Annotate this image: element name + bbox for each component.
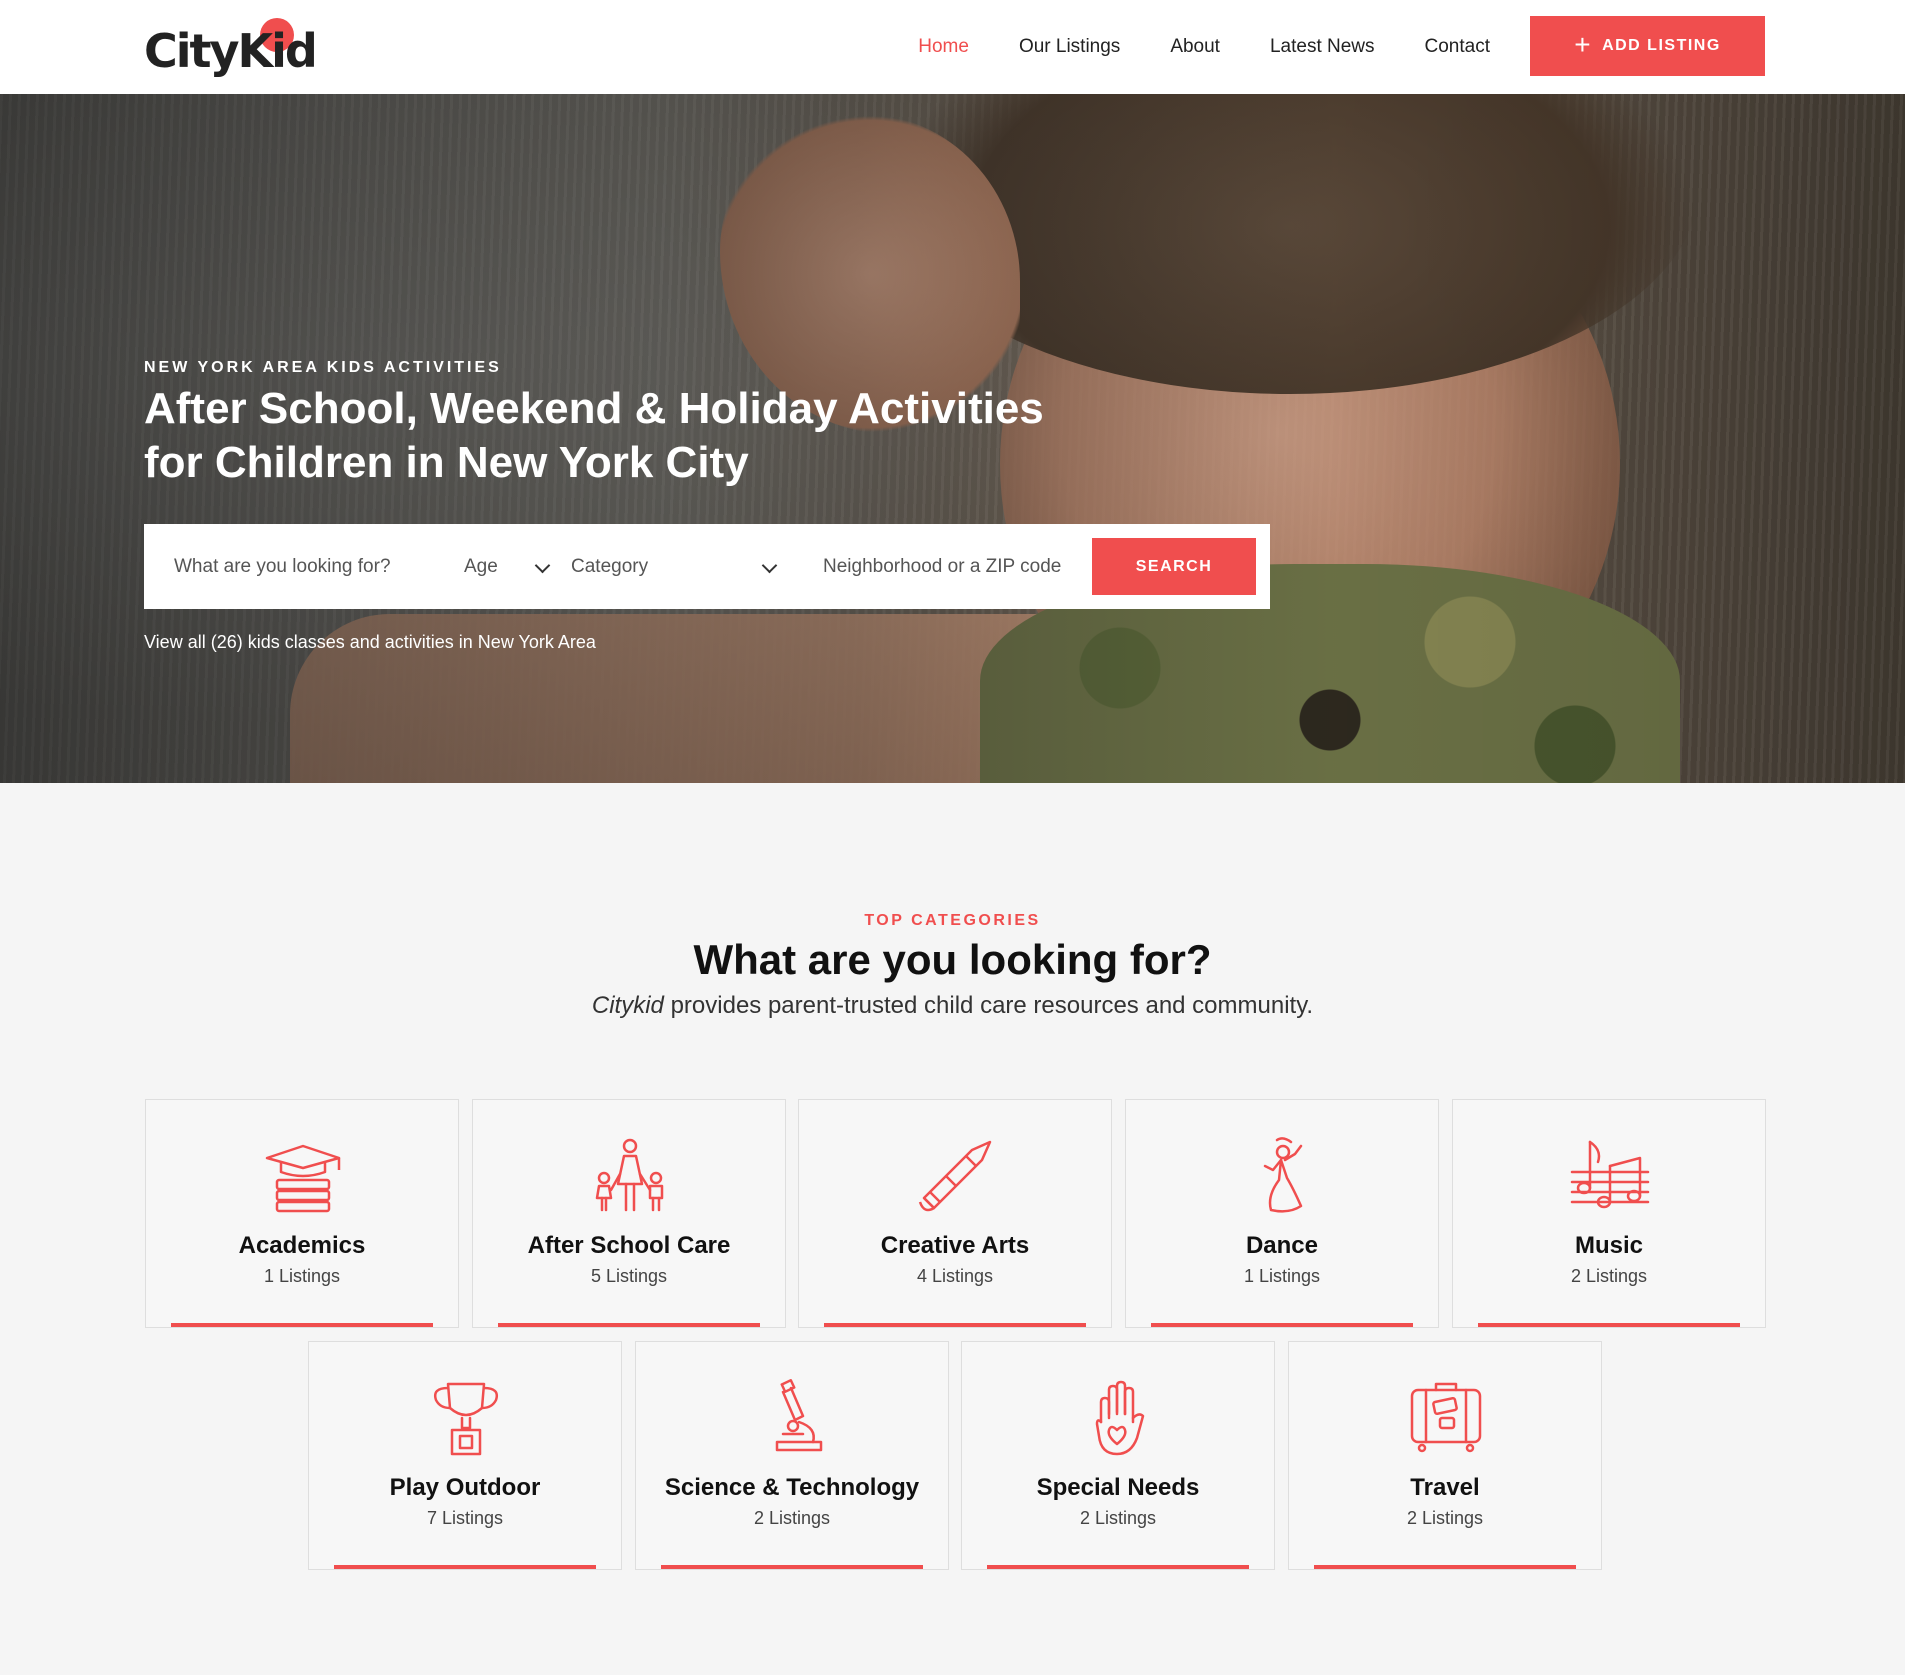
category-select-label: Category — [571, 555, 649, 577]
music-notes-icon — [1570, 1136, 1650, 1216]
subtitle-brand: Citykid — [591, 992, 664, 1019]
trophy-icon — [426, 1378, 506, 1458]
category-name: Dance — [1245, 1232, 1319, 1259]
dancer-icon — [1243, 1136, 1323, 1216]
category-accent-bar — [987, 1565, 1249, 1569]
category-count: 7 Listings — [426, 1508, 504, 1528]
category-accent-bar — [171, 1323, 433, 1327]
search-bar: What are you looking for? Age Category N… — [144, 524, 1270, 609]
pencil-icon — [916, 1136, 996, 1216]
nav-home[interactable]: Home — [918, 36, 969, 58]
suitcase-icon — [1406, 1378, 1486, 1458]
category-count: 1 Listings — [263, 1266, 341, 1286]
nav-latest-news[interactable]: Latest News — [1270, 36, 1375, 58]
category-card-special-needs[interactable]: Special Needs 2 Listings — [961, 1341, 1275, 1570]
main-nav: Home Our Listings About Latest News Cont… — [918, 0, 1490, 94]
category-card-after-school-care[interactable]: After School Care 5 Listings — [472, 1099, 786, 1328]
category-name: Music — [1574, 1232, 1643, 1259]
hand-heart-icon — [1079, 1378, 1159, 1458]
family-icon — [590, 1136, 670, 1216]
category-count: 4 Listings — [916, 1266, 994, 1286]
logo-text: CityKid — [144, 24, 318, 78]
category-count: 2 Listings — [753, 1508, 831, 1528]
location-input[interactable]: Neighborhood or a ZIP code — [793, 524, 1083, 609]
nav-about[interactable]: About — [1170, 36, 1220, 58]
category-card-dance[interactable]: Dance 1 Listings — [1125, 1099, 1439, 1328]
category-count: 1 Listings — [1243, 1266, 1321, 1286]
category-count: 2 Listings — [1079, 1508, 1157, 1528]
category-accent-bar — [498, 1323, 760, 1327]
category-name: Travel — [1410, 1474, 1480, 1501]
section-subtitle: Citykid provides parent-trusted child ca… — [0, 992, 1905, 1020]
microscope-icon — [753, 1378, 833, 1458]
category-accent-bar — [824, 1323, 1086, 1327]
nav-contact[interactable]: Contact — [1425, 36, 1490, 58]
category-name: Academics — [238, 1232, 366, 1259]
age-select[interactable]: Age — [444, 524, 566, 609]
hero-title: After School, Weekend & Holiday Activiti… — [144, 384, 1044, 487]
category-accent-bar — [1478, 1323, 1740, 1327]
plus-icon: + — [1574, 28, 1593, 60]
hero-eyebrow: NEW YORK AREA KIDS ACTIVITIES — [144, 359, 502, 376]
books-icon — [263, 1136, 343, 1216]
category-card-academics[interactable]: Academics 1 Listings — [145, 1099, 459, 1328]
category-count: 2 Listings — [1570, 1266, 1648, 1286]
category-card-music[interactable]: Music 2 Listings — [1452, 1099, 1766, 1328]
search-button[interactable]: SEARCH — [1092, 538, 1256, 595]
chevron-down-icon — [534, 557, 551, 574]
category-name: After School Care — [527, 1232, 731, 1259]
age-select-label: Age — [464, 555, 498, 577]
category-accent-bar — [1151, 1323, 1413, 1327]
category-name: Special Needs — [1036, 1474, 1200, 1501]
category-count: 5 Listings — [590, 1266, 668, 1286]
category-count: 2 Listings — [1406, 1508, 1484, 1528]
category-accent-bar — [334, 1565, 596, 1569]
logo[interactable]: CityKid — [144, 18, 318, 78]
category-name: Science & Technology — [664, 1474, 920, 1501]
category-card-play-outdoor[interactable]: Play Outdoor 7 Listings — [308, 1341, 622, 1570]
category-select[interactable]: Category — [566, 524, 793, 609]
category-accent-bar — [1314, 1565, 1576, 1569]
site-header: CityKid Home Our Listings About Latest N… — [0, 0, 1905, 94]
category-accent-bar — [661, 1565, 923, 1569]
category-card-science-technology[interactable]: Science & Technology 2 Listings — [635, 1341, 949, 1570]
category-name: Creative Arts — [880, 1232, 1030, 1259]
add-listing-button[interactable]: + ADD LISTING — [1530, 16, 1765, 76]
category-card-travel[interactable]: Travel 2 Listings — [1288, 1341, 1602, 1570]
search-input[interactable]: What are you looking for? — [144, 524, 444, 609]
nav-our-listings[interactable]: Our Listings — [1019, 36, 1120, 58]
subtitle-text: provides parent-trusted child care resou… — [663, 992, 1314, 1019]
section-eyebrow: TOP CATEGORIES — [864, 912, 1041, 929]
category-card-creative-arts[interactable]: Creative Arts 4 Listings — [798, 1099, 1112, 1328]
hero: NEW YORK AREA KIDS ACTIVITIES After Scho… — [0, 94, 1905, 783]
section-title: What are you looking for? — [693, 936, 1212, 983]
view-all-link[interactable]: View all (26) kids classes and activitie… — [144, 632, 596, 653]
category-name: Play Outdoor — [389, 1474, 541, 1501]
chevron-down-icon — [761, 557, 778, 574]
add-listing-label: ADD LISTING — [1602, 37, 1721, 54]
